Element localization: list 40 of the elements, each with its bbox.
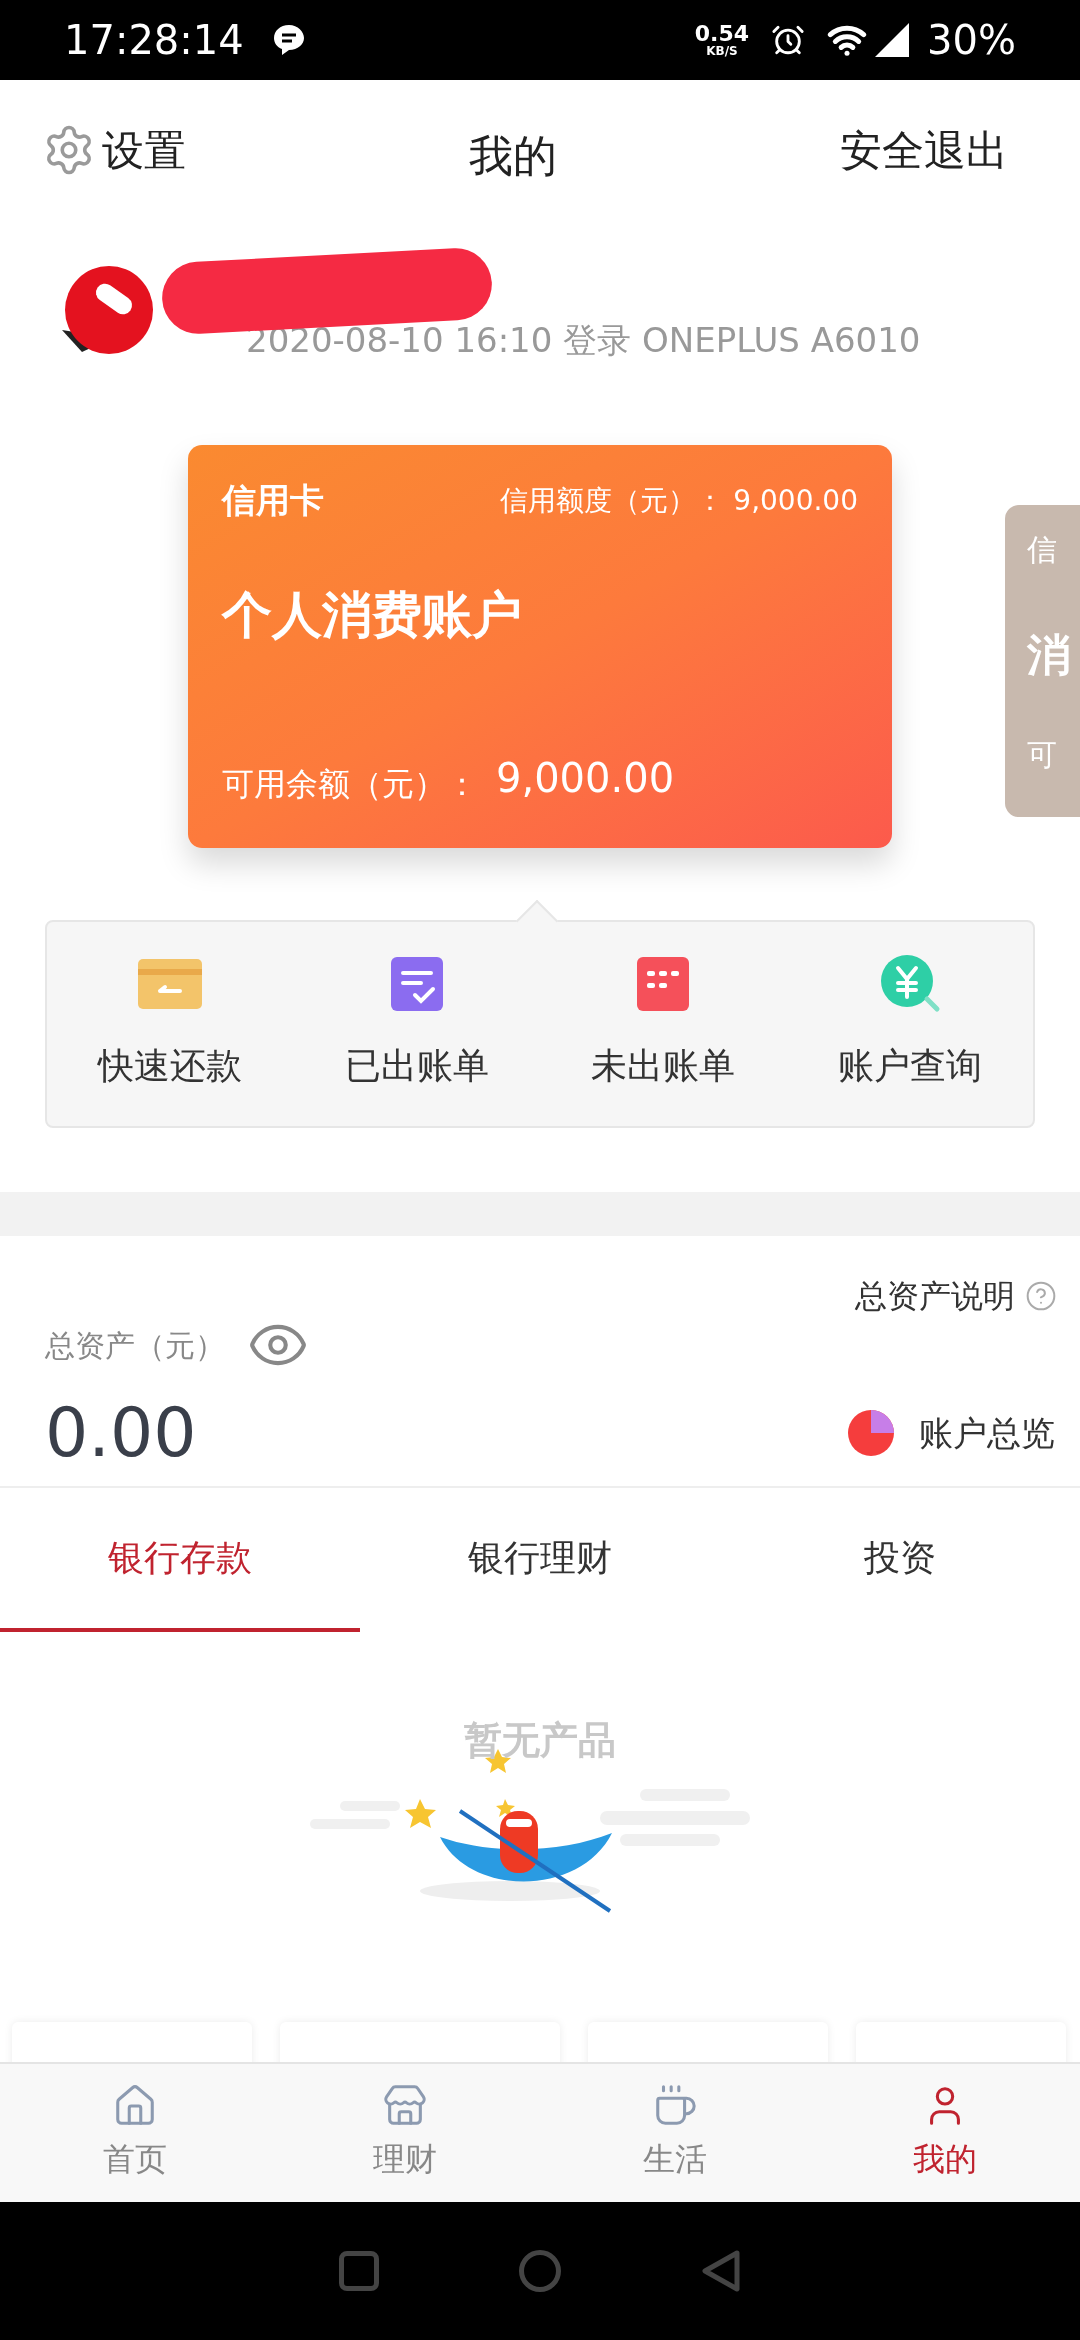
recents-button[interactable] — [339, 2251, 379, 2291]
last-login-text: 2020-08-10 16:10 登录 ONEPLUS A6010 — [246, 318, 921, 362]
action-button[interactable]: 已出账单 — [293, 955, 540, 1093]
balance-amount: 9,000.00 — [496, 754, 675, 803]
action-button[interactable]: 账户查询 — [786, 955, 1033, 1093]
clock: 17:28:14 — [64, 16, 244, 65]
tab[interactable]: 投资 — [720, 1488, 1080, 1632]
nav-tab[interactable]: 我的 — [810, 2064, 1080, 2202]
pie-chart-icon[interactable] — [847, 1409, 895, 1457]
card-type: 信用卡 — [222, 479, 324, 522]
action-button[interactable]: 未出账单 — [540, 955, 787, 1093]
speed-unit: KB/S — [706, 45, 738, 57]
assets-help-link[interactable]: 总资产说明 — [855, 1272, 1015, 1320]
action-button[interactable]: 快速还款 — [47, 955, 294, 1093]
account-name: 消 — [1027, 628, 1072, 682]
help-icon[interactable] — [1025, 1280, 1057, 1312]
checklist-icon — [390, 957, 443, 1011]
chat-bubble-icon — [271, 23, 306, 57]
signal-icon — [875, 23, 910, 57]
credit-limit: 信用额度（元）： 9,000.00 — [500, 482, 858, 519]
home-button[interactable] — [519, 2250, 561, 2292]
logout-button[interactable]: 安全退出 — [840, 118, 1008, 182]
balance-label: 可用余额（元）： — [222, 764, 478, 805]
back-icon[interactable] — [701, 2249, 741, 2293]
account-overview-link[interactable]: 账户总览 — [919, 1407, 1055, 1459]
tab[interactable]: 银行存款 — [0, 1488, 360, 1632]
balance-label: 可 — [1027, 736, 1058, 774]
card-icon — [138, 959, 203, 1009]
battery-percent: 30% — [927, 16, 1016, 65]
alarm-icon — [771, 23, 806, 57]
card-type: 信 — [1027, 531, 1058, 569]
account-name: 个人消费账户 — [222, 585, 523, 646]
network-speed: 0.54 — [694, 23, 750, 45]
calendar-icon — [637, 957, 690, 1011]
assets-label: 总资产（元） — [45, 1326, 225, 1365]
tab[interactable]: 银行理财 — [360, 1488, 720, 1632]
page-title: 我的 — [469, 129, 557, 183]
settings-button[interactable]: 设置 — [42, 118, 186, 182]
assets-amount: 0.00 — [45, 1392, 198, 1474]
yuan-search-icon — [878, 955, 941, 1013]
